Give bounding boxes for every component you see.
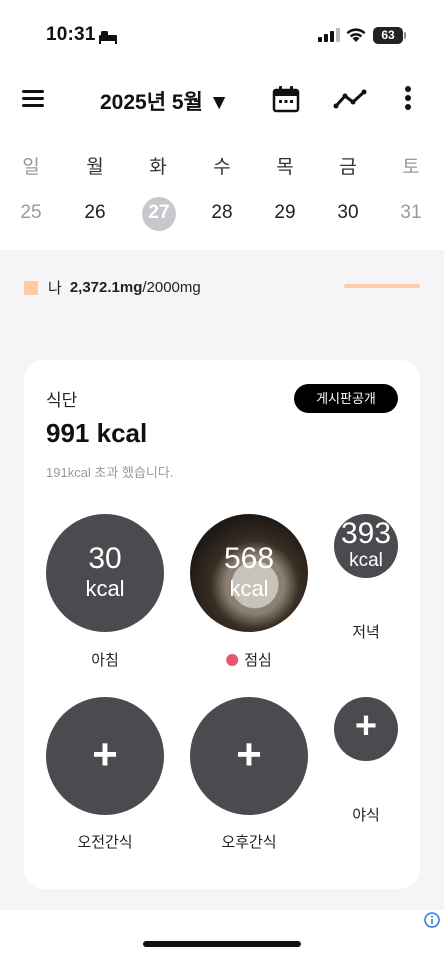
weekday-label: 수 [213, 157, 231, 178]
dinner-kcal: 393 [340, 517, 392, 550]
breakfast-label: 아침 [91, 652, 119, 669]
more-vertical-icon[interactable] [404, 85, 412, 111]
publish-button[interactable]: 게시판공개 [294, 384, 398, 413]
date-cell-selected[interactable]: 27 [134, 202, 184, 224]
bottom-area [0, 910, 444, 960]
date-cell[interactable]: 28 [197, 202, 247, 224]
date-cell[interactable]: 25 [6, 202, 56, 224]
date-cell[interactable]: 31 [386, 202, 436, 224]
morning-snack-label: 오전간식 [77, 834, 133, 851]
plus-icon: + [92, 730, 118, 779]
meal-card: 식단 게시판공개 991 kcal 191kcal 초과 했습니다. 30 kc… [24, 360, 420, 889]
breakfast-circle[interactable]: 30 kcal [46, 514, 164, 632]
card-title: 식단 [46, 391, 78, 410]
signal-icon [318, 28, 340, 42]
kcal-unit: kcal [85, 576, 125, 601]
weekday-label: 목 [276, 157, 294, 178]
week-strip: 일 월 화 수 목 금 토 25 26 27 28 29 30 31 [0, 130, 444, 250]
nutrient-value: 2,372.1mg [69, 279, 143, 296]
night-snack-label: 야식 [352, 807, 380, 824]
menu-icon[interactable] [22, 90, 44, 108]
lunch-label-text: 점심 [244, 652, 272, 669]
trend-icon[interactable] [333, 88, 367, 110]
nutrient-swatch [24, 280, 38, 295]
date-cell[interactable]: 29 [260, 202, 310, 224]
plus-icon: + [236, 730, 262, 779]
wifi-icon [346, 28, 366, 42]
battery-indicator: 63 [373, 27, 406, 44]
dinner-circle[interactable]: 393 kcal [334, 514, 398, 578]
app-header: 2025년 5월 ▼ [0, 70, 444, 130]
nutrient-name: 나 [48, 280, 62, 297]
over-calories-text: 191kcal 초과 했습니다. [46, 465, 174, 480]
plus-icon: + [354, 705, 378, 747]
weekday-label: 금 [339, 157, 357, 178]
calendar-icon[interactable] [272, 85, 300, 113]
afternoon-snack-label: 오후간식 [221, 834, 277, 851]
weekday-label: 토 [402, 157, 420, 178]
month-selector[interactable]: 2025년 5월 ▼ [100, 86, 230, 116]
total-calories: 991 kcal [46, 418, 148, 448]
kcal-unit: kcal [229, 576, 269, 601]
lunch-kcal: 568 [223, 542, 275, 575]
breakfast-kcal: 30 [88, 542, 122, 575]
home-indicator [143, 941, 301, 947]
status-bar: 10:31 63 [0, 0, 444, 70]
afternoon-snack-add-button[interactable]: + [190, 697, 308, 815]
dinner-label: 저녁 [352, 624, 380, 641]
info-icon[interactable] [424, 912, 440, 928]
unread-dot-icon [226, 654, 239, 666]
morning-snack-add-button[interactable]: + [46, 697, 164, 815]
nutrient-goal: /2000mg [142, 279, 201, 296]
kcal-unit: kcal [349, 550, 383, 571]
date-cell[interactable]: 26 [70, 202, 120, 224]
weekday-label: 월 [86, 157, 104, 178]
lunch-label: 점심 [226, 649, 272, 670]
bed-icon [99, 31, 117, 44]
lunch-photo-circle[interactable]: 568 kcal [190, 514, 308, 632]
weekday-label: 화 [149, 157, 167, 178]
nutrient-row-sodium: 나 2,372.1mg /2000mg [24, 277, 201, 298]
date-cell[interactable]: 30 [323, 202, 373, 224]
status-time: 10:31 [46, 24, 96, 45]
weekday-label: 일 [22, 157, 40, 178]
night-snack-add-button[interactable]: + [334, 697, 398, 761]
nutrient-progress-bar [344, 284, 420, 288]
